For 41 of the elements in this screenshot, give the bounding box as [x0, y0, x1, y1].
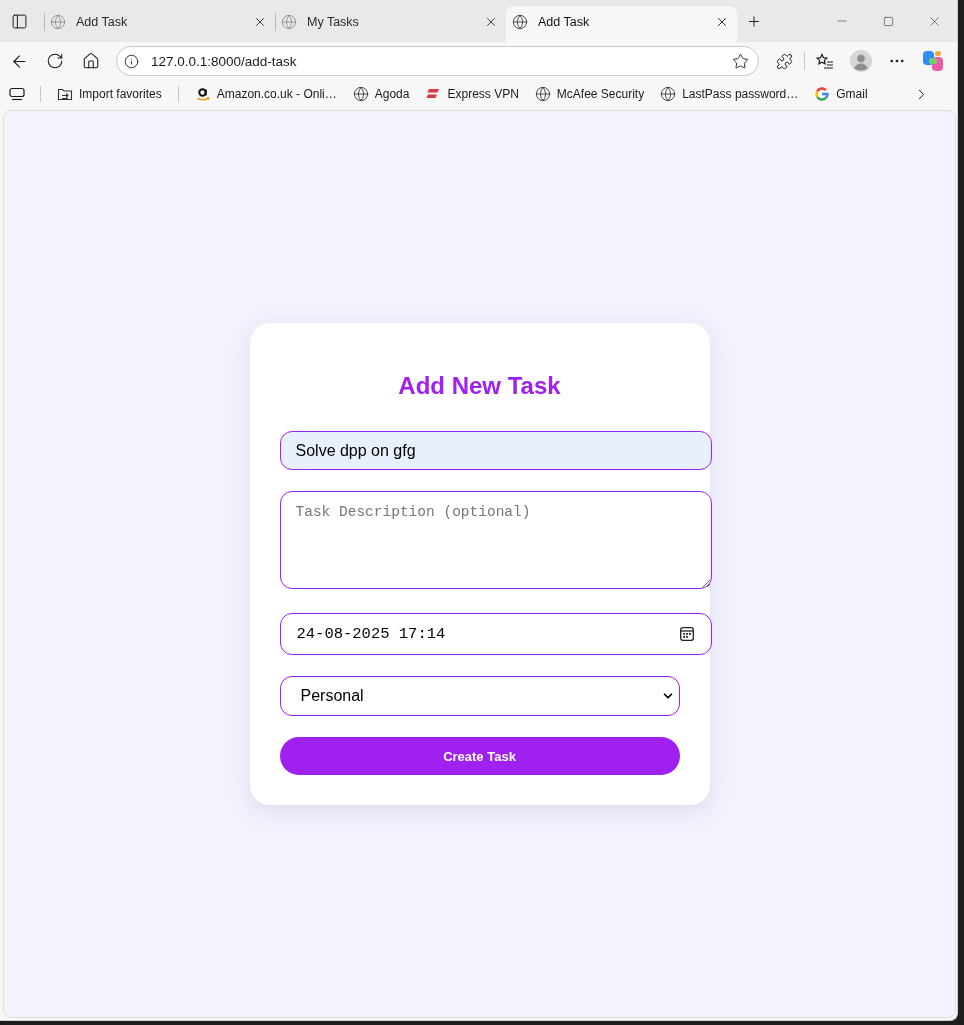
info-icon[interactable] [124, 53, 139, 69]
globe-icon [534, 86, 551, 102]
bookmark-link[interactable]: Gmail [808, 82, 874, 106]
close-icon[interactable] [253, 15, 267, 29]
puzzle-icon[interactable] [775, 52, 793, 70]
maximize-icon[interactable] [882, 15, 894, 27]
description-textarea[interactable]: Task Description (optional) [279, 491, 712, 589]
avatar-icon[interactable] [850, 50, 872, 72]
browser-tab[interactable]: Add Task [506, 6, 737, 42]
g-logo-icon [814, 86, 831, 102]
bookmark-link[interactable]: LastPass password… [654, 82, 805, 106]
date-time-input[interactable]: 24-08-2025 17:14 [279, 613, 712, 655]
star-list-icon[interactable] [816, 53, 834, 69]
home-icon[interactable] [82, 52, 100, 70]
category-select[interactable]: Personal [279, 676, 680, 716]
browser-tab[interactable]: My Tasks [275, 6, 506, 42]
reload-icon[interactable] [46, 52, 64, 70]
address-field[interactable]: 127.0.0.1:8000/add-task [116, 46, 759, 76]
globe-icon [50, 14, 66, 30]
create-task-button[interactable]: Create Task [279, 737, 680, 775]
bookmark-link[interactable]: Amazon.co.uk - Onli… [188, 82, 343, 106]
sidebar-icon[interactable] [10, 12, 28, 30]
calendar-icon[interactable] [679, 627, 694, 641]
folder-arrows-icon [57, 86, 73, 102]
bookmark-link[interactable]: Express VPN [419, 82, 525, 106]
bookmark-link[interactable]: McAfee Security [528, 82, 651, 106]
globe-icon [660, 86, 677, 102]
globe-icon [512, 14, 528, 30]
bookmark-link[interactable]: Agoda [346, 82, 416, 106]
close-icon[interactable] [715, 15, 729, 29]
swirl-logo-icon[interactable] [922, 50, 944, 72]
task-title-input[interactable]: Solve dpp on gfg [279, 431, 712, 470]
bookmark-link[interactable]: Import favorites [51, 82, 168, 106]
globe-icon [352, 86, 369, 102]
browser-tab[interactable]: Add Task [44, 6, 275, 42]
close-icon[interactable] [484, 15, 498, 29]
smile-logo-icon [194, 86, 211, 102]
globe-icon [281, 14, 297, 30]
form-title: Add New Task [397, 372, 562, 400]
window-stack-icon[interactable] [9, 87, 25, 101]
star-icon[interactable] [732, 52, 749, 70]
